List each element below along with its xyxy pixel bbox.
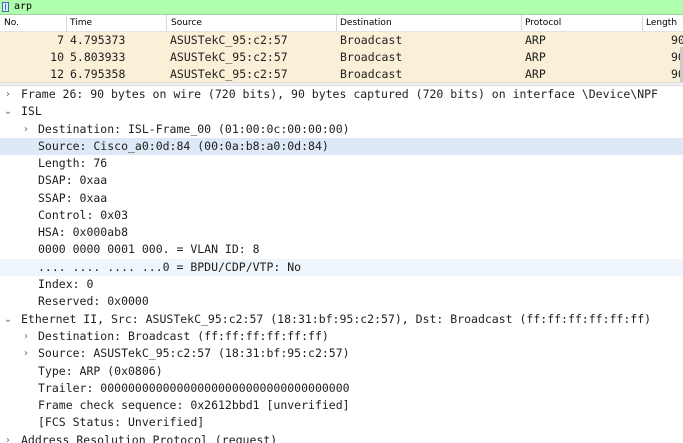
tree-field-control[interactable]: Control: 0x03	[0, 207, 683, 224]
packet-source: ASUSTekC_95:c2:57	[170, 50, 288, 64]
tree-node-arp[interactable]: › Address Resolution Protocol (request)	[0, 432, 683, 443]
packet-list: No. Time Source Destination Protocol Len…	[0, 15, 683, 83]
tree-field-type[interactable]: Type: ARP (0x0806)	[0, 363, 683, 380]
tree-node-isl-destination[interactable]: › Destination: ISL-Frame_00 (01:00:0c:00…	[0, 121, 683, 138]
tree-field-ssap[interactable]: SSAP: 0xaa	[0, 190, 683, 207]
tree-field-index[interactable]: Index: 0	[0, 276, 683, 293]
tree-node-isl[interactable]: ⌄ ISL	[0, 103, 683, 120]
tree-field-dsap[interactable]: DSAP: 0xaa	[0, 172, 683, 189]
packet-protocol: ARP	[525, 33, 546, 47]
packet-row[interactable]: 10 5.803933 ASUSTekC_95:c2:57 Broadcast …	[0, 49, 683, 66]
tree-field-length[interactable]: Length: 76	[0, 155, 683, 172]
packet-source: ASUSTekC_95:c2:57	[170, 67, 288, 81]
tree-node-eth-destination[interactable]: › Destination: Broadcast (ff:ff:ff:ff:ff…	[0, 328, 683, 345]
display-filter-input[interactable]: arp	[14, 1, 32, 13]
column-header-no[interactable]: No.	[4, 17, 19, 29]
packet-time: 6.795358	[70, 67, 126, 81]
column-header-source[interactable]: Source	[171, 17, 202, 29]
tree-field-fcs-status[interactable]: [FCS Status: Unverified]	[0, 414, 683, 431]
tree-field-vlan-id[interactable]: 0000 0000 0001 000. = VLAN ID: 8	[0, 241, 683, 258]
expand-arrow-icon[interactable]: ›	[3, 86, 13, 103]
packet-destination: Broadcast	[340, 67, 403, 81]
packet-row[interactable]: 7 4.795373 ASUSTekC_95:c2:57 Broadcast A…	[0, 32, 683, 49]
tree-node-isl-source[interactable]: Source: Cisco_a0:0d:84 (00:0a:b8:a0:0d:8…	[0, 138, 683, 155]
collapse-arrow-icon[interactable]: ⌄	[3, 311, 13, 328]
packet-list-header: No. Time Source Destination Protocol Len…	[0, 15, 683, 32]
tree-node-eth-source[interactable]: › Source: ASUSTekC_95:c2:57 (18:31:bf:95…	[0, 345, 683, 362]
packet-source: ASUSTekC_95:c2:57	[170, 33, 288, 47]
tree-field-trailer[interactable]: Trailer: 0000000000000000000000000000000…	[0, 380, 683, 397]
packet-no: 12	[50, 67, 64, 81]
packet-protocol: ARP	[525, 50, 546, 64]
expand-arrow-icon[interactable]: ›	[3, 432, 13, 443]
packet-time: 5.803933	[70, 50, 126, 64]
expand-arrow-icon[interactable]: ›	[21, 328, 31, 345]
packet-no: 7	[57, 33, 64, 47]
packet-time: 4.795373	[70, 33, 126, 47]
tree-node-frame[interactable]: › Frame 26: 90 bytes on wire (720 bits),…	[0, 86, 683, 103]
packet-details-tree: › Frame 26: 90 bytes on wire (720 bits),…	[0, 86, 683, 443]
packet-length: 90	[671, 33, 683, 47]
column-header-destination[interactable]: Destination	[340, 17, 392, 29]
packet-row[interactable]: 12 6.795358 ASUSTekC_95:c2:57 Broadcast …	[0, 66, 683, 83]
display-filter-bar[interactable]: arp	[0, 0, 683, 15]
packet-destination: Broadcast	[340, 50, 403, 64]
packet-protocol: ARP	[525, 67, 546, 81]
bookmark-icon[interactable]	[2, 2, 9, 12]
column-header-length[interactable]: Length	[646, 17, 677, 29]
tree-field-bpdu[interactable]: .... .... .... ...0 = BPDU/CDP/VTP: No	[0, 259, 683, 276]
tree-field-fcs[interactable]: Frame check sequence: 0x2612bbd1 [unveri…	[0, 397, 683, 414]
tree-field-reserved[interactable]: Reserved: 0x0000	[0, 293, 683, 310]
packet-no: 10	[50, 50, 64, 64]
column-header-time[interactable]: Time	[70, 17, 92, 29]
expand-arrow-icon[interactable]: ›	[21, 345, 31, 362]
column-header-protocol[interactable]: Protocol	[525, 17, 561, 29]
packet-destination: Broadcast	[340, 33, 403, 47]
collapse-arrow-icon[interactable]: ⌄	[3, 103, 13, 120]
tree-node-ethernet[interactable]: ⌄ Ethernet II, Src: ASUSTekC_95:c2:57 (1…	[0, 311, 683, 328]
expand-arrow-icon[interactable]: ›	[21, 121, 31, 138]
tree-field-hsa[interactable]: HSA: 0x000ab8	[0, 224, 683, 241]
